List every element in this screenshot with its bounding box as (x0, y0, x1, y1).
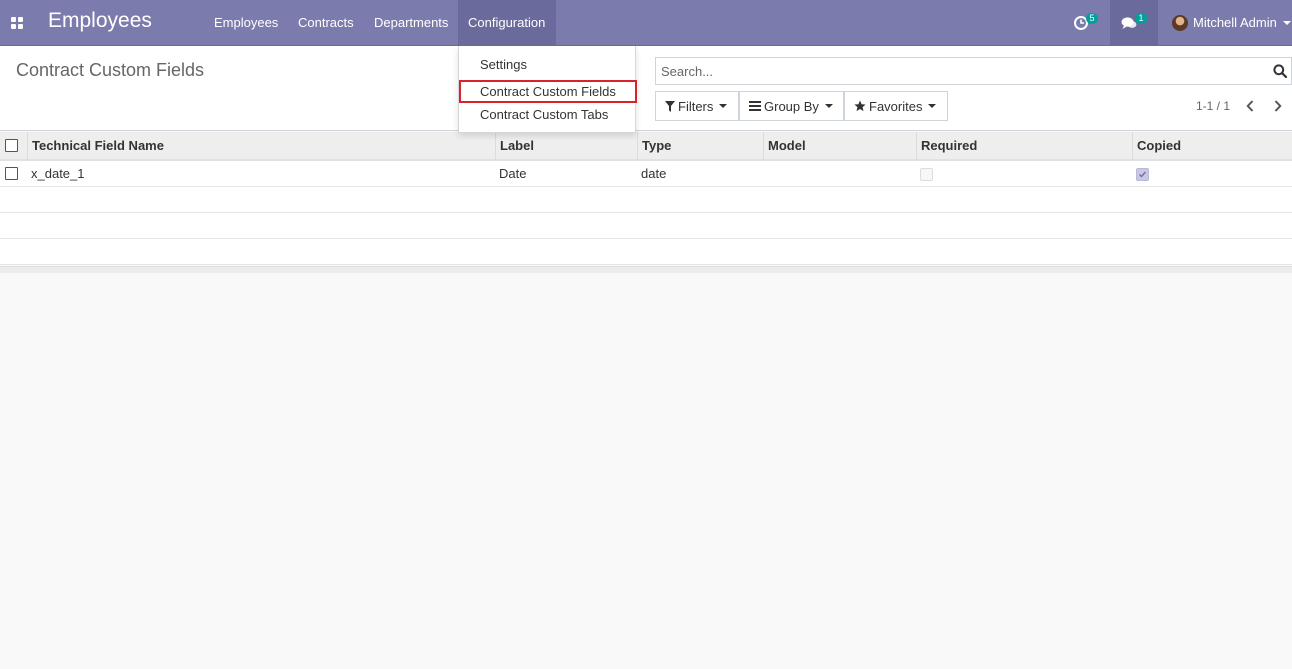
chevron-down-icon (719, 104, 728, 108)
top-navbar: Employees Employees Contracts Department… (0, 0, 1292, 46)
dropdown-item-contract-custom-tabs[interactable]: Contract Custom Tabs (459, 104, 637, 126)
cell-type[interactable]: date (641, 161, 666, 187)
messages-badge: 1 (1135, 13, 1147, 24)
apps-menu-icon[interactable] (0, 0, 34, 45)
dropdown-item-contract-custom-fields[interactable]: Contract Custom Fields (459, 80, 637, 103)
table-row[interactable]: x_date_1 Date date (0, 161, 1292, 187)
configuration-dropdown: Settings Contract Custom Fields Contract… (458, 46, 637, 133)
list-view-table: Technical Field Name Label Type Model Re… (0, 132, 1292, 265)
chevron-down-icon (824, 104, 833, 108)
chevron-down-icon (1282, 20, 1291, 25)
user-name: Mitchell Admin (1193, 15, 1277, 30)
check-icon (1139, 171, 1147, 178)
pager-next-button[interactable] (1270, 96, 1286, 116)
empty-row (0, 213, 1292, 239)
group-by-label: Group By (764, 98, 819, 114)
empty-row (0, 187, 1292, 213)
chevron-down-icon (928, 104, 937, 108)
filter-icon (665, 100, 675, 112)
menu-departments[interactable]: Departments (364, 0, 458, 45)
chevron-left-icon (1246, 100, 1254, 112)
menu-contracts[interactable]: Contracts (288, 0, 364, 45)
control-panel: Contract Custom Fields Filters Group By … (0, 46, 1292, 131)
row-checkbox[interactable] (5, 167, 18, 180)
search-icon[interactable] (1273, 64, 1287, 78)
list-icon (749, 101, 761, 111)
column-header-technical-field-name[interactable]: Technical Field Name (27, 132, 496, 160)
search-bar[interactable] (655, 57, 1292, 85)
app-name[interactable]: Employees (48, 9, 152, 33)
user-menu[interactable]: Mitchell Admin (1172, 0, 1291, 45)
cell-label[interactable]: Date (499, 161, 526, 187)
column-header-required[interactable]: Required (916, 132, 1133, 160)
group-by-button[interactable]: Group By (739, 91, 844, 121)
pager-value[interactable]: 1-1 / 1 (1196, 99, 1230, 113)
page-title: Contract Custom Fields (16, 60, 205, 80)
column-header-label[interactable]: Label (495, 132, 638, 160)
table-footer (0, 266, 1292, 273)
search-input[interactable] (656, 58, 1256, 84)
filters-button[interactable]: Filters (655, 91, 739, 121)
filters-label: Filters (678, 98, 714, 114)
favorites-label: Favorites (869, 98, 923, 114)
copied-checkbox (1136, 168, 1149, 181)
star-icon (854, 100, 866, 112)
column-header-copied[interactable]: Copied (1132, 132, 1292, 160)
menu-employees[interactable]: Employees (204, 0, 288, 45)
column-header-model[interactable]: Model (763, 132, 917, 160)
pager-previous-button[interactable] (1242, 96, 1258, 116)
cell-technical-name[interactable]: x_date_1 (31, 161, 85, 187)
chevron-right-icon (1274, 100, 1282, 112)
avatar (1172, 14, 1188, 31)
favorites-button[interactable]: Favorites (844, 91, 948, 121)
required-checkbox (920, 168, 933, 181)
dropdown-item-settings[interactable]: Settings (459, 54, 637, 76)
table-header: Technical Field Name Label Type Model Re… (0, 132, 1292, 161)
empty-row (0, 239, 1292, 265)
column-header-type[interactable]: Type (637, 132, 764, 160)
select-all-checkbox[interactable] (5, 139, 18, 152)
messages-button[interactable]: 1 (1110, 0, 1158, 45)
activities-badge: 5 (1086, 13, 1098, 24)
menu-configuration[interactable]: Configuration (458, 0, 556, 45)
activities-button[interactable]: 5 (1066, 0, 1106, 45)
